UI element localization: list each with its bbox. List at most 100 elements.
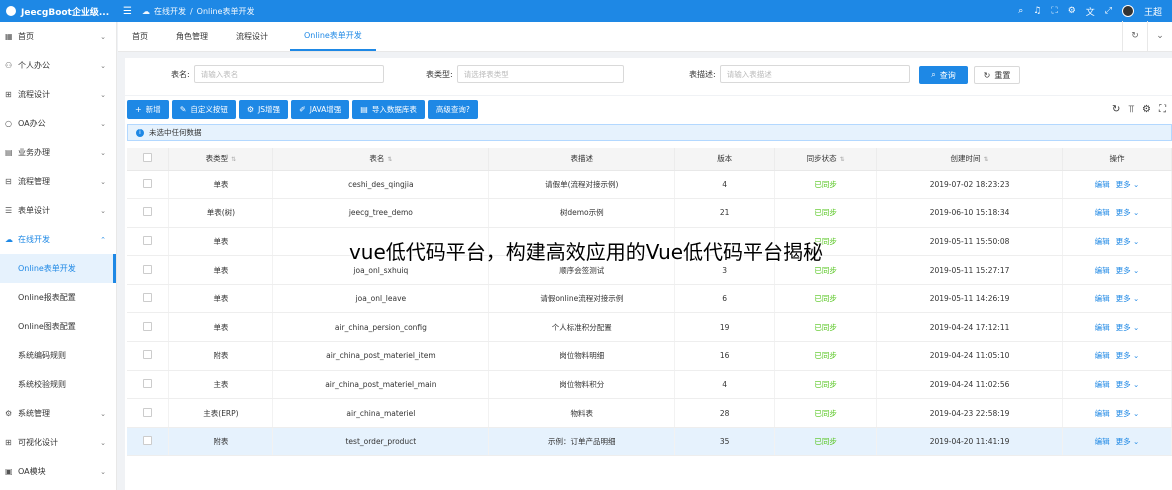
edit-link[interactable]: 编辑 <box>1095 437 1110 446</box>
bell-icon[interactable]: ♫ <box>1033 6 1041 16</box>
more-link[interactable]: 更多 ⌄ <box>1116 294 1140 303</box>
sidebar-item-flow-manage[interactable]: ⊟ 流程管理 ⌄ <box>0 167 116 196</box>
sidebar-item-home[interactable]: ▦ 首页 ⌄ <box>0 22 116 51</box>
row-checkbox[interactable] <box>143 293 153 303</box>
sidebar-item-oa[interactable]: ○ OA办公 ⌄ <box>0 109 116 138</box>
sort-icon[interactable]: ⇅ <box>387 156 392 163</box>
avatar[interactable] <box>1121 5 1134 17</box>
refresh-icon[interactable]: ↻ <box>1122 21 1147 51</box>
sort-icon[interactable]: ⇅ <box>984 156 989 163</box>
table-row[interactable]: 单表 joa_onl_leave 请假online流程对接示例 6 已同步 2019-05… <box>127 284 1172 314</box>
sidebar-item-form-design[interactable]: ☰ 表单设计 ⌄ <box>0 196 116 225</box>
col-header-sync[interactable]: 同步状态 ⇅ <box>774 148 878 171</box>
chevron-down-icon[interactable]: ⌄ <box>1147 21 1172 51</box>
more-link[interactable]: 更多 ⌄ <box>1116 409 1140 418</box>
edit-link[interactable]: 编辑 <box>1095 409 1110 418</box>
row-checkbox[interactable] <box>143 207 153 217</box>
row-checkbox[interactable] <box>143 436 153 446</box>
sidebar-sub-code-rule[interactable]: 系统编码规则 <box>0 341 116 370</box>
col-header-name[interactable]: 表名 ⇅ <box>272 148 490 171</box>
tab-flow-design[interactable]: 流程设计 <box>222 21 282 51</box>
table-row[interactable]: 单表(树) jeecg_tree_demo 树demo示例 21 已同步 2019-06-… <box>127 198 1172 228</box>
breadcrumb-parent[interactable]: 在线开发 <box>154 6 186 17</box>
js-enhance-button[interactable]: ⚙ JS增强 <box>238 100 289 119</box>
more-link[interactable]: 更多 ⌄ <box>1116 237 1140 246</box>
row-select-cell[interactable] <box>127 370 170 400</box>
row-checkbox[interactable] <box>143 264 153 274</box>
edit-link[interactable]: 编辑 <box>1095 237 1110 246</box>
app-logo[interactable]: JeecgBoot企业级... <box>0 0 117 22</box>
edit-link[interactable]: 编辑 <box>1095 351 1110 360</box>
row-checkbox[interactable] <box>143 235 153 245</box>
row-select-cell[interactable] <box>127 227 170 257</box>
more-link[interactable]: 更多 ⌄ <box>1116 323 1140 332</box>
row-select-cell[interactable] <box>127 255 170 285</box>
translate-icon[interactable]: 文 <box>1086 5 1095 18</box>
sidebar-sub-check-rule[interactable]: 系统校验规则 <box>0 370 116 399</box>
row-select-cell[interactable] <box>127 427 170 457</box>
row-select-cell[interactable] <box>127 198 170 228</box>
row-checkbox[interactable] <box>143 178 153 188</box>
sidebar-sub-online-chart[interactable]: Online图表配置 <box>0 312 116 341</box>
table-type-select[interactable]: 请选择表类型 <box>456 65 624 83</box>
sidebar-item-online-dev[interactable]: ☁ 在线开发 ⌃ <box>0 225 116 254</box>
table-row[interactable]: 主表(ERP) air_china_materiel 物料表 28 已同步 2019-04… <box>127 398 1172 428</box>
sidebar-item-system[interactable]: ⚙ 系统管理 ⌄ <box>0 399 116 428</box>
sidebar-item-business[interactable]: ▤ 业务办理 ⌄ <box>0 138 116 167</box>
sidebar-item-personal[interactable]: ⚇ 个人办公 ⌄ <box>0 51 116 80</box>
more-link[interactable]: 更多 ⌄ <box>1116 380 1140 389</box>
table-desc-input[interactable]: 请输入表描述 <box>719 65 910 83</box>
col-header-created[interactable]: 创建时间 ⇅ <box>876 148 1063 171</box>
select-all-cell[interactable] <box>127 148 170 171</box>
edit-link[interactable]: 编辑 <box>1095 266 1110 275</box>
tab-online-form[interactable]: Online表单开发 <box>290 21 376 51</box>
edit-link[interactable]: 编辑 <box>1095 380 1110 389</box>
edit-link[interactable]: 编辑 <box>1095 180 1110 189</box>
user-name[interactable]: 王超 <box>1144 5 1162 18</box>
refresh-icon[interactable]: ↻ <box>1112 104 1120 115</box>
more-link[interactable]: 更多 ⌄ <box>1116 351 1140 360</box>
row-select-cell[interactable] <box>127 170 170 200</box>
fullscreen-icon[interactable]: ⛶ <box>1159 104 1166 115</box>
table-row[interactable]: 单表 已同步 2019-05-11 15:50:08 编辑 更多 ⌄ <box>127 227 1172 257</box>
sidebar-sub-online-report[interactable]: Online报表配置 <box>0 283 116 312</box>
row-checkbox[interactable] <box>143 321 153 331</box>
query-button[interactable]: ⌕ 查询 <box>919 66 968 84</box>
java-enhance-button[interactable]: ✐ JAVA增强 <box>291 100 350 119</box>
row-checkbox[interactable] <box>143 350 153 360</box>
row-select-cell[interactable] <box>127 398 170 428</box>
table-row[interactable]: 单表 air_china_persion_config 个人标准积分配置 19 已同步 2… <box>127 312 1172 343</box>
table-row[interactable]: 附表 test_order_product 示例：订单产品明细 35 已同步 2019-0… <box>127 427 1172 457</box>
col-header-type[interactable]: 表类型 ⇅ <box>168 148 274 171</box>
row-checkbox[interactable] <box>143 378 153 388</box>
advanced-query-button[interactable]: 高级查询? <box>427 100 478 119</box>
more-link[interactable]: 更多 ⌄ <box>1116 437 1140 446</box>
setting-icon[interactable]: ⚙ <box>1068 6 1076 16</box>
sidebar-item-oa-module[interactable]: ▣ OA模块 ⌄ <box>0 457 116 486</box>
reset-button[interactable]: ↻ 重置 <box>974 66 1020 84</box>
sort-icon[interactable]: ⇅ <box>840 156 845 163</box>
row-checkbox[interactable] <box>143 407 153 417</box>
custom-button-button[interactable]: ✎ 自定义按钮 <box>171 100 236 119</box>
select-all-checkbox[interactable] <box>143 153 153 163</box>
row-select-cell[interactable] <box>127 312 170 343</box>
edit-link[interactable]: 编辑 <box>1095 323 1110 332</box>
table-row[interactable]: 主表 air_china_post_materiel_main 岗位物料积分 4 已同步… <box>127 370 1172 400</box>
sidebar-item-flow-design[interactable]: ⊞ 流程设计 ⌄ <box>0 80 116 109</box>
menu-toggle-icon[interactable]: ☰ <box>123 6 132 17</box>
tab-role-manage[interactable]: 角色管理 <box>162 21 222 51</box>
table-name-input[interactable]: 请输入表名 <box>193 65 384 83</box>
more-link[interactable]: 更多 ⌄ <box>1116 266 1140 275</box>
table-row[interactable]: 附表 air_china_post_materiel_item 岗位物料明细 16 已同… <box>127 341 1172 371</box>
more-link[interactable]: 更多 ⌄ <box>1116 208 1140 217</box>
column-height-icon[interactable]: ⫪ <box>1128 104 1134 115</box>
edit-link[interactable]: 编辑 <box>1095 294 1110 303</box>
more-link[interactable]: 更多 ⌄ <box>1116 180 1140 189</box>
tab-home[interactable]: 首页 <box>118 21 162 51</box>
fullscreen-icon[interactable]: ⛶ <box>1051 6 1057 16</box>
add-button[interactable]: + 新增 <box>127 100 169 119</box>
setting-icon[interactable]: ⚙ <box>1142 104 1151 115</box>
import-db-button[interactable]: ▤ 导入数据库表 <box>352 100 425 119</box>
search-icon[interactable]: ⌕ <box>1018 6 1023 16</box>
table-row[interactable]: 单表 joa_onl_sxhuiq 顺序会签测试 3 已同步 2019-05-11 15:… <box>127 255 1172 285</box>
